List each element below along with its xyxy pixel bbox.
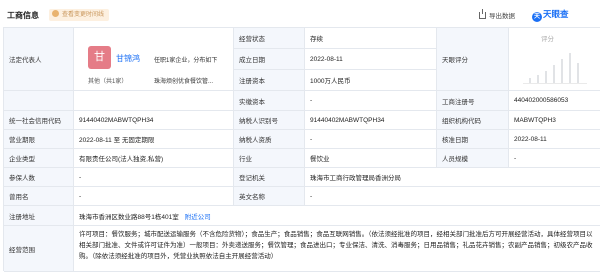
- blank-label: [4, 91, 74, 111]
- blank-value: [74, 91, 234, 111]
- taxpayer-id-label: 纳税人识别号: [234, 111, 305, 130]
- nearby-companies-link[interactable]: 附近公司: [185, 211, 211, 221]
- rating-side-label: 天眼评分: [437, 28, 509, 91]
- address-value: 珠海市香洲区数业路88号1栋401室: [79, 213, 179, 221]
- org-code-value: MABWTQPH3: [509, 111, 600, 130]
- export-label: 导出数据: [489, 13, 515, 20]
- rating-bar: [561, 59, 563, 83]
- term-value: 2022-08-11 至 无固定期限: [74, 130, 234, 149]
- change-timeline-label: 查看变更时间线: [62, 12, 105, 18]
- taxpayer-qual-value: -: [305, 130, 437, 149]
- term-label: 营业期限: [4, 130, 74, 149]
- status-label: 经营状态: [234, 28, 305, 49]
- company-type-label: 企业类型: [4, 149, 74, 168]
- company-type-value: 有限责任公司(法人独资,私营): [74, 149, 234, 168]
- insured-label: 参保人数: [4, 168, 74, 187]
- paid-capital-value: -: [305, 91, 437, 111]
- taxpayer-id-value: 91440402MABWTQPH34: [305, 111, 437, 130]
- change-timeline-badge[interactable]: 查看变更时间线: [49, 9, 110, 21]
- brand-logo: 天天眼查: [532, 8, 569, 22]
- legal-rep-roles: 任职1家企业，分布如下: [154, 58, 218, 64]
- header: 工商信息 查看变更时间线 导出数据 天天眼查: [0, 0, 600, 27]
- legal-rep-company-link[interactable]: 珠海烦创优食餐饮管...: [154, 76, 213, 85]
- credit-code-value: 91440402MABWTQPH34: [74, 111, 234, 130]
- authority-label: 登记机关: [234, 168, 305, 187]
- industry-label: 行业: [234, 149, 305, 168]
- org-code-label: 组织机构代码: [437, 111, 509, 130]
- tianyancha-icon: 天: [532, 12, 542, 22]
- reg-capital-value: 1000万人民币: [305, 70, 437, 91]
- rating-bar: [577, 63, 579, 83]
- business-info-table: 法定代表人 甘 甘锦鸿 任职1家企业，分布如下 其他（共1家） 珠海烦创优食餐饮…: [3, 27, 600, 272]
- download-icon: [479, 9, 486, 19]
- taxpayer-qual-label: 纳税人资质: [234, 130, 305, 149]
- address-label: 注册地址: [4, 206, 74, 226]
- reg-no-value: 440402000586053: [509, 91, 600, 111]
- rating-bar: [569, 53, 571, 83]
- found-date-label: 成立日期: [234, 49, 305, 70]
- rating-bar: [537, 75, 539, 83]
- industry-value: 餐饮业: [305, 149, 437, 168]
- brand-name: 天眼查: [543, 9, 569, 19]
- rating-label: 评分: [541, 36, 554, 43]
- scope-label: 经营范围: [4, 226, 74, 272]
- avatar: 甘: [88, 46, 111, 69]
- approve-date-value: 2022-08-11: [509, 130, 600, 149]
- scope-value: 许可项目：餐饮服务；城市配送运输服务（不含危险货物）；食品生产；食品销售；食品互…: [74, 226, 600, 272]
- rating-bar: [545, 71, 547, 83]
- address-cell: 珠海市香洲区数业路88号1栋401室 附近公司: [74, 206, 600, 226]
- authority-value: 珠海市工商行政管理局香洲分局: [305, 168, 600, 187]
- english-name-value: -: [305, 187, 600, 206]
- rating-axis: [523, 50, 587, 84]
- former-name-value: -: [74, 187, 234, 206]
- legal-rep-name[interactable]: 甘锦鸿: [116, 53, 140, 64]
- english-name-label: 英文名称: [234, 187, 305, 206]
- reg-capital-label: 注册资本: [234, 70, 305, 91]
- credit-code-label: 统一社会信用代码: [4, 111, 74, 130]
- staff-size-value: -: [509, 149, 600, 168]
- section-title: 工商信息: [7, 11, 39, 20]
- export-button[interactable]: 导出数据: [479, 9, 515, 20]
- former-name-label: 曾用名: [4, 187, 74, 206]
- status-value: 存续: [305, 28, 437, 49]
- rating-bar: [553, 65, 555, 83]
- approve-date-label: 核准日期: [437, 130, 509, 149]
- insured-value: -: [74, 168, 234, 187]
- paid-capital-label: 实缴资本: [234, 91, 305, 111]
- rating-chart: 评分: [509, 28, 600, 91]
- legal-rep-label: 法定代表人: [4, 28, 74, 91]
- reg-no-label: 工商注册号: [437, 91, 509, 111]
- legal-rep-other: 其他（共1家）: [88, 79, 128, 85]
- legal-rep-card: 甘 甘锦鸿 任职1家企业，分布如下 其他（共1家） 珠海烦创优食餐饮管...: [74, 28, 234, 91]
- rating-bar: [529, 78, 531, 83]
- found-date-value: 2022-08-11: [305, 49, 437, 70]
- staff-size-label: 人员规模: [437, 149, 509, 168]
- vip-icon: [52, 10, 59, 17]
